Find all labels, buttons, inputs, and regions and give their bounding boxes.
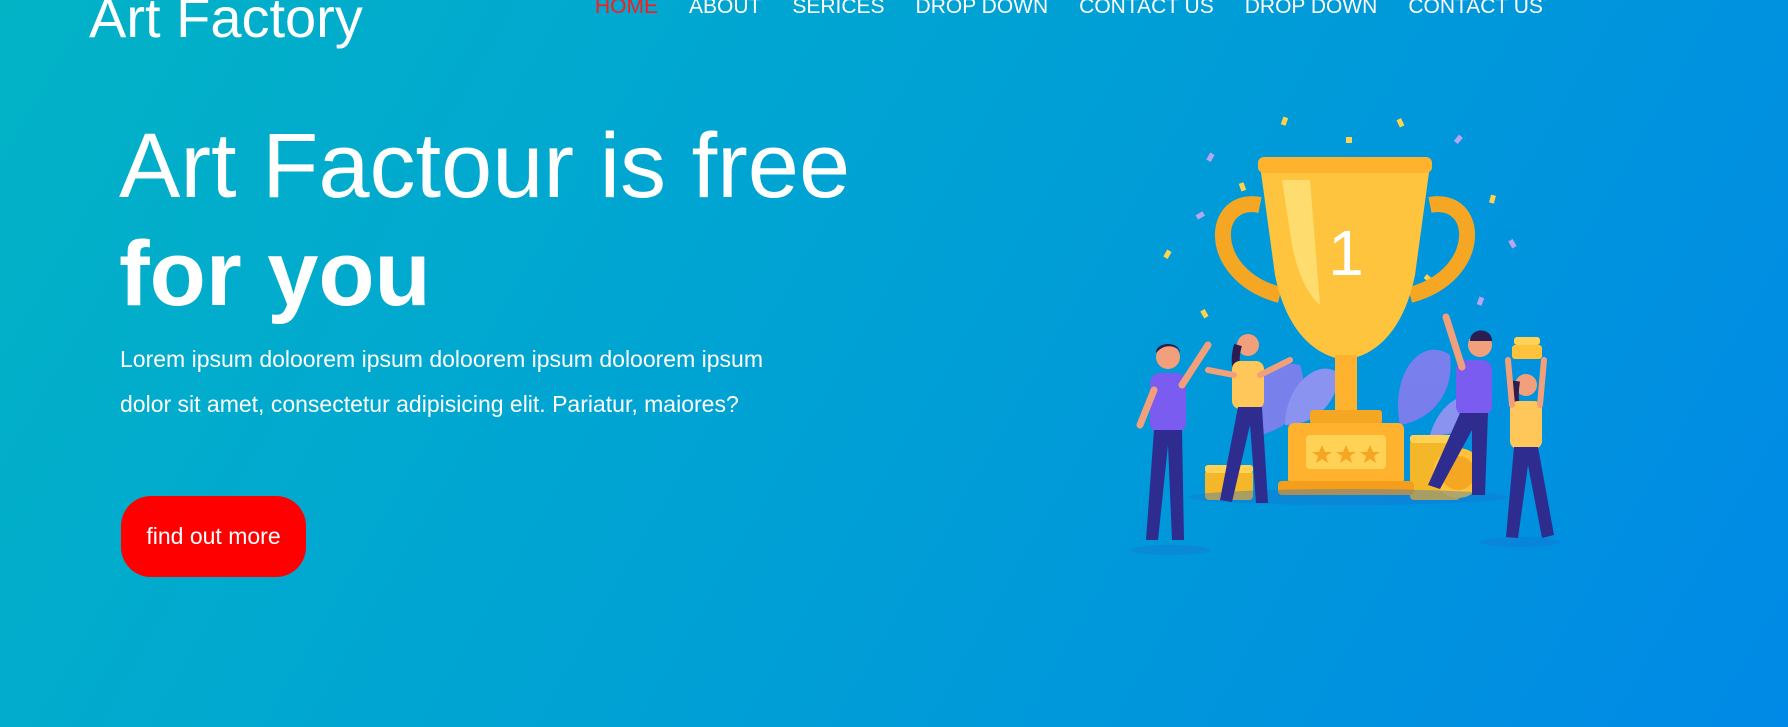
- hero-title-line1: Art Factour is free: [119, 115, 851, 217]
- hero-title: Art Factour is free for you: [119, 112, 850, 328]
- nav-item-contact-1[interactable]: CONTACT US: [1079, 0, 1214, 20]
- trophy-number: 1: [1328, 217, 1364, 289]
- nav-item-contact-2[interactable]: CONTACT US: [1408, 0, 1543, 20]
- nav-item-services[interactable]: SERICES: [792, 0, 884, 20]
- nav-item-home[interactable]: HOME: [595, 0, 658, 20]
- nav-item-dropdown-2[interactable]: DROP DOWN: [1245, 0, 1378, 20]
- hero-title-line2: for you: [119, 223, 431, 325]
- site-logo[interactable]: Art Factory: [89, 0, 363, 50]
- main-nav: HOME ABOUT SERICES DROP DOWN CONTACT US …: [595, 0, 1574, 20]
- person-celebrating-icon: [1136, 341, 1212, 540]
- trophy-celebration-illustration: 1: [1130, 116, 1560, 555]
- find-out-more-button[interactable]: find out more: [121, 496, 306, 577]
- person-holding-coins-icon: [1505, 337, 1554, 538]
- nav-item-dropdown-1[interactable]: DROP DOWN: [916, 0, 1049, 20]
- hero-paragraph: Lorem ipsum doloorem ipsum doloorem ipsu…: [120, 346, 763, 417]
- nav-item-about[interactable]: ABOUT: [689, 0, 761, 20]
